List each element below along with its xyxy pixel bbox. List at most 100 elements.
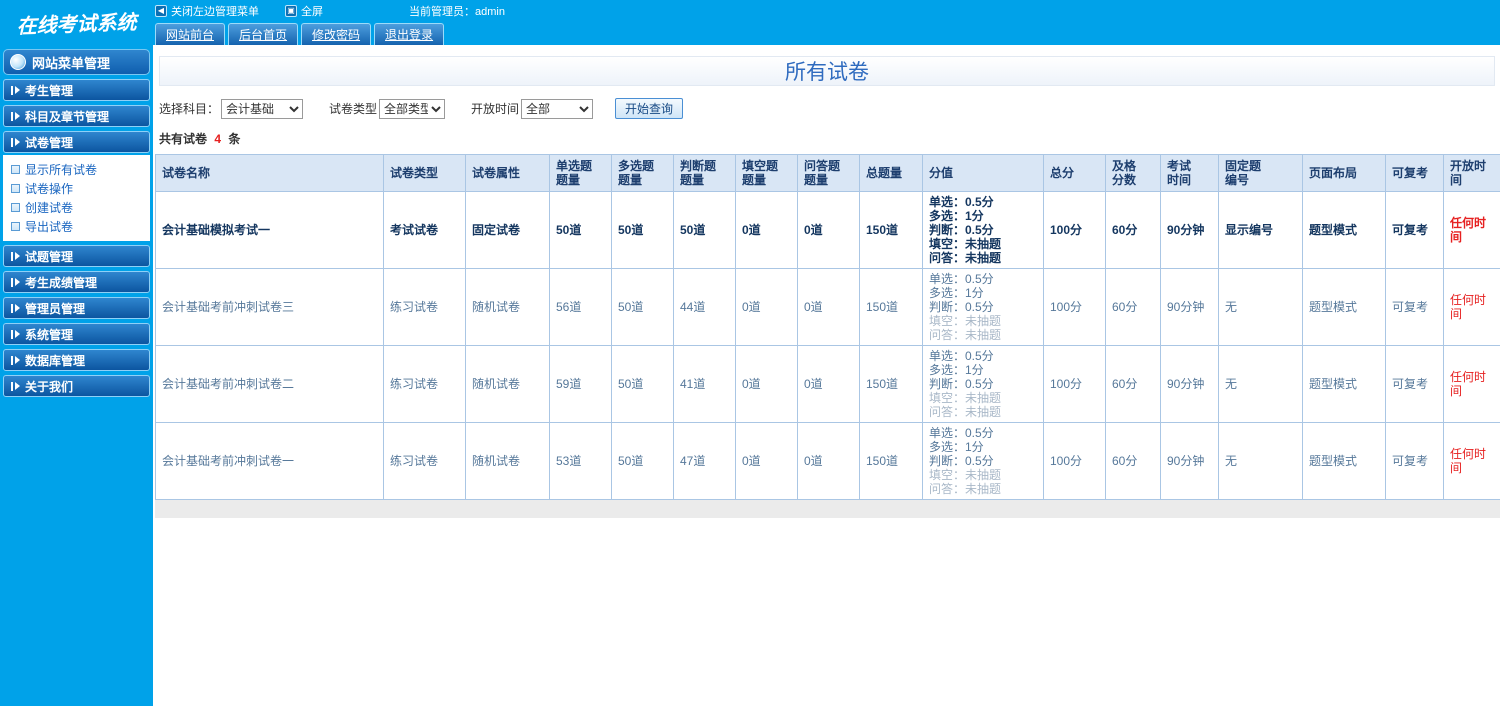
open-time: 任何时间 bbox=[1443, 191, 1500, 269]
sidebar-item-question-mgmt[interactable]: 试题管理 bbox=[3, 245, 150, 267]
multi-choice-count: 50道 bbox=[611, 345, 674, 423]
page-icon bbox=[11, 184, 20, 193]
sidebar-item-system-mgmt[interactable]: 系统管理 bbox=[3, 323, 150, 345]
filter-bar: 选择科目： 会计基础 试卷类型 全部类型 开放时间 全部 开始查询 bbox=[159, 98, 1500, 119]
score-line: 单选：0.5分 bbox=[929, 349, 994, 363]
paper-type: 练习试卷 bbox=[383, 268, 466, 346]
retake-flag: 可复考 bbox=[1385, 345, 1444, 423]
arrow-right-icon bbox=[11, 277, 20, 287]
fullscreen-button[interactable]: ▣ 全屏 bbox=[285, 3, 323, 19]
page-icon bbox=[11, 222, 20, 231]
top-strip: ◀ 关闭左边管理菜单 ▣ 全屏 当前管理员：admin bbox=[155, 0, 505, 22]
open-time-filter-label: 开放时间 bbox=[471, 102, 520, 116]
score-line: 问答：未抽题 bbox=[929, 405, 1002, 419]
sidebar-item-about-us[interactable]: 关于我们 bbox=[3, 375, 150, 397]
score-line: 填空：未抽题 bbox=[929, 468, 1002, 482]
tab-change-password[interactable]: 修改密码 bbox=[301, 23, 372, 45]
column-header: 分值 bbox=[922, 154, 1044, 192]
score-line: 问答：未抽题 bbox=[929, 482, 1002, 496]
paper-type-select[interactable]: 全部类型 bbox=[379, 98, 446, 119]
submenu-item-show-all-papers[interactable]: 显示所有试卷 bbox=[3, 160, 150, 179]
sidebar-item-paper-mgmt[interactable]: 试卷管理 bbox=[3, 131, 150, 153]
tab-site-front[interactable]: 网站前台 bbox=[155, 23, 226, 45]
total-count: 150道 bbox=[859, 345, 923, 423]
paper-type-filter-label: 试卷类型 bbox=[329, 102, 378, 116]
arrow-right-icon bbox=[11, 381, 20, 391]
score-values: 单选：0.5分 多选：1分 判断：0.5分 填空：未抽题 问答：未抽题 bbox=[922, 345, 1044, 423]
paper-type: 练习试卷 bbox=[383, 422, 466, 500]
open-time: 任何时间 bbox=[1443, 268, 1500, 346]
retake-flag: 可复考 bbox=[1385, 191, 1444, 269]
submenu-item-create-paper[interactable]: 创建试卷 bbox=[3, 198, 150, 217]
score-line: 问答：未抽题 bbox=[929, 328, 1002, 342]
open-time: 任何时间 bbox=[1443, 422, 1500, 500]
page-title: 所有试卷 bbox=[159, 56, 1495, 86]
score-values: 单选：0.5分 多选：1分 判断：0.5分 填空：未抽题 问答：未抽题 bbox=[922, 191, 1044, 269]
subject-select[interactable]: 会计基础 bbox=[221, 98, 304, 119]
sidebar-item-subject-chapter-mgmt[interactable]: 科目及章节管理 bbox=[3, 105, 150, 127]
paper-count: 4 bbox=[214, 132, 222, 146]
submenu-item-export-paper[interactable]: 导出试卷 bbox=[3, 217, 150, 236]
score-line: 判断：0.5分 bbox=[929, 300, 994, 314]
table-row: 会计基础考前冲刺试卷三 练习试卷 随机试卷 56道 50道 44道 0道 0道 150道 单选：0… bbox=[155, 268, 1500, 346]
paper-count-summary: 共有试卷 4 条 bbox=[159, 130, 1500, 147]
paper-name: 会计基础模拟考试一 bbox=[155, 191, 384, 269]
top-bar: 在线考试系统 ◀ 关闭左边管理菜单 ▣ 全屏 当前管理员：admin 网站前台 … bbox=[0, 0, 1500, 45]
arrow-right-icon bbox=[11, 303, 20, 313]
score-line: 填空：未抽题 bbox=[929, 391, 1002, 405]
top-tabs: 网站前台 后台首页 修改密码 退出登录 bbox=[155, 22, 445, 45]
retake-flag: 可复考 bbox=[1385, 422, 1444, 500]
menu-circle-icon bbox=[10, 54, 26, 70]
open-time: 任何时间 bbox=[1443, 345, 1500, 423]
judge-count: 44道 bbox=[673, 268, 736, 346]
score-line: 判断：0.5分 bbox=[929, 377, 994, 391]
fixed-number: 显示编号 bbox=[1218, 191, 1303, 269]
close-left-menu-label: 关闭左边管理菜单 bbox=[171, 6, 259, 18]
tab-logout[interactable]: 退出登录 bbox=[374, 23, 445, 45]
close-left-menu-button[interactable]: ◀ 关闭左边管理菜单 bbox=[155, 3, 259, 19]
qa-count: 0道 bbox=[797, 422, 860, 500]
main-content: 所有试卷 选择科目： 会计基础 试卷类型 全部类型 开放时间 全部 开始查询 共… bbox=[153, 45, 1500, 706]
search-button[interactable]: 开始查询 bbox=[615, 98, 684, 119]
table-header-row: 试卷名称 试卷类型 试卷属性 单选题 题量 多选题 题量 判断题 题量 填空题 题量 问答题 … bbox=[155, 154, 1500, 192]
column-header: 多选题 题量 bbox=[611, 154, 674, 192]
open-time-select[interactable]: 全部 bbox=[521, 98, 594, 119]
pass-score: 60分 bbox=[1105, 345, 1161, 423]
sidebar: 网站菜单管理 考生管理 科目及章节管理 试卷管理 显示所有试卷 试卷操作 创建试… bbox=[0, 45, 153, 706]
total-count: 150道 bbox=[859, 191, 923, 269]
column-header: 判断题 题量 bbox=[673, 154, 736, 192]
submenu-item-paper-operations[interactable]: 试卷操作 bbox=[3, 179, 150, 198]
subject-filter-label: 选择科目： bbox=[159, 102, 220, 116]
tab-admin-home[interactable]: 后台首页 bbox=[228, 23, 299, 45]
single-choice-count: 56道 bbox=[549, 268, 612, 346]
paper-name: 会计基础考前冲刺试卷二 bbox=[155, 345, 384, 423]
fixed-number: 无 bbox=[1218, 422, 1303, 500]
sidebar-item-score-mgmt[interactable]: 考生成绩管理 bbox=[3, 271, 150, 293]
paper-name: 会计基础考前冲刺试卷三 bbox=[155, 268, 384, 346]
pass-score: 60分 bbox=[1105, 268, 1161, 346]
sidebar-item-database-mgmt[interactable]: 数据库管理 bbox=[3, 349, 150, 371]
column-header: 可复考 bbox=[1385, 154, 1444, 192]
column-header: 试卷属性 bbox=[465, 154, 550, 192]
exam-duration: 90分钟 bbox=[1160, 191, 1219, 269]
total-score: 100分 bbox=[1043, 345, 1106, 423]
arrow-right-icon bbox=[11, 329, 20, 339]
multi-choice-count: 50道 bbox=[611, 191, 674, 269]
paper-type: 练习试卷 bbox=[383, 345, 466, 423]
fill-blank-count: 0道 bbox=[735, 422, 798, 500]
collapse-left-icon: ◀ bbox=[155, 5, 167, 17]
sidebar-item-admin-mgmt[interactable]: 管理员管理 bbox=[3, 297, 150, 319]
papers-table: 试卷名称 试卷类型 试卷属性 单选题 题量 多选题 题量 判断题 题量 填空题 题量 问答题 … bbox=[155, 154, 1500, 500]
fullscreen-label: 全屏 bbox=[301, 6, 323, 18]
arrow-right-icon bbox=[11, 111, 20, 121]
score-line: 填空：未抽题 bbox=[929, 314, 1002, 328]
paper-attr: 随机试卷 bbox=[465, 422, 550, 500]
column-header: 总题量 bbox=[859, 154, 923, 192]
score-line: 问答：未抽题 bbox=[929, 251, 1002, 265]
current-admin-label: 当前管理员：admin bbox=[409, 6, 505, 18]
score-line: 填空：未抽题 bbox=[929, 237, 1002, 251]
page-layout: 题型模式 bbox=[1302, 345, 1386, 423]
column-header: 总分 bbox=[1043, 154, 1106, 192]
paper-type: 考试试卷 bbox=[383, 191, 466, 269]
sidebar-item-examinee-mgmt[interactable]: 考生管理 bbox=[3, 79, 150, 101]
